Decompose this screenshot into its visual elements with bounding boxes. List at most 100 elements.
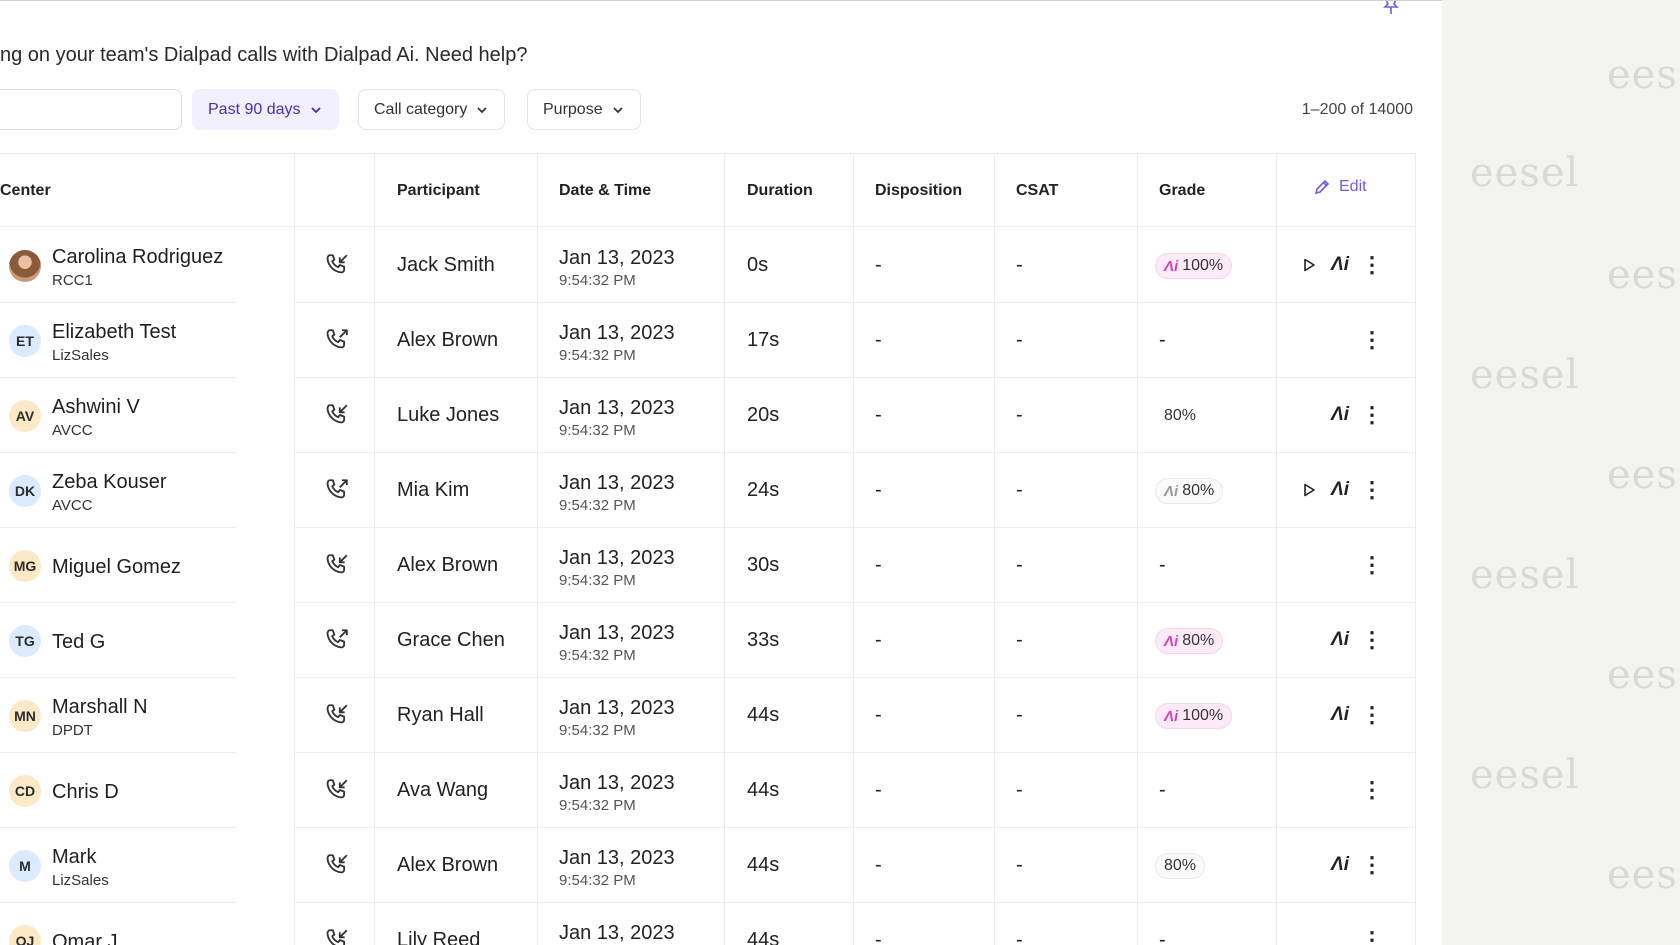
- play-button[interactable]: [1297, 478, 1321, 502]
- filter-call-category[interactable]: Call category: [358, 89, 506, 130]
- watermark-text: eesel: [1607, 652, 1680, 698]
- ai-recap-button[interactable]: Λi: [1328, 628, 1352, 652]
- ai-recap-button[interactable]: Λi: [1328, 403, 1352, 427]
- disposition-value: -: [875, 254, 882, 276]
- call-date: Jan 13, 2023: [559, 697, 675, 719]
- csat-value: -: [1016, 554, 1023, 576]
- more-options-button[interactable]: ⋮: [1360, 478, 1384, 502]
- filter-purpose[interactable]: Purpose: [527, 89, 641, 130]
- ai-recap-button[interactable]: Λi: [1328, 703, 1352, 727]
- ai-recap-button[interactable]: Λi: [1328, 253, 1352, 277]
- call-date: Jan 13, 2023: [559, 472, 675, 494]
- grade-value: -: [1159, 554, 1166, 576]
- agent-center: LizSales: [52, 872, 109, 889]
- agent-name[interactable]: Zeba Kouser: [52, 471, 167, 494]
- agent-name[interactable]: Omar J: [52, 931, 118, 945]
- header-participant[interactable]: Participant: [397, 154, 480, 227]
- search-input[interactable]: [0, 89, 182, 130]
- more-options-button[interactable]: ⋮: [1360, 253, 1384, 277]
- agent-name[interactable]: Carolina Rodriguez: [52, 246, 223, 269]
- call-duration: 30s: [747, 554, 780, 576]
- filter-date-range[interactable]: Past 90 days: [192, 89, 339, 130]
- agent-name[interactable]: Elizabeth Test: [52, 321, 176, 344]
- watermark-text: eesel: [1607, 852, 1680, 898]
- ai-recap-button[interactable]: Λi: [1328, 478, 1352, 502]
- grade-badge[interactable]: 80%: [1155, 853, 1206, 879]
- more-options-button[interactable]: ⋮: [1360, 928, 1384, 945]
- grade-badge[interactable]: Λi 80%: [1155, 628, 1224, 654]
- table-row[interactable]: MN Marshall N DPDT Ryan Hall Jan 13, 2023 9:5…: [0, 678, 1416, 753]
- table-row[interactable]: AV Ashwini V AVCC Luke Jones Jan 13, 2023 9:5…: [0, 378, 1416, 453]
- grade-badge[interactable]: Λi 100%: [1155, 703, 1233, 729]
- ai-grade-icon: Λi: [1164, 257, 1179, 275]
- header-disposition[interactable]: Disposition: [875, 154, 962, 227]
- agent-name[interactable]: Chris D: [52, 781, 119, 804]
- agent-name[interactable]: Ted G: [52, 631, 105, 654]
- table-row[interactable]: OJ Omar J Lily Reed Jan 13, 2023 44s - - - ⋮: [0, 903, 1416, 945]
- agent-name[interactable]: Ashwini V: [52, 396, 140, 419]
- participant-name[interactable]: Grace Chen: [397, 603, 505, 678]
- table-row[interactable]: CD Chris D Ava Wang Jan 13, 2023 9:54:32 PM 4…: [0, 753, 1416, 828]
- call-time: 9:54:32 PM: [559, 347, 636, 364]
- participant-name[interactable]: Alex Brown: [397, 828, 498, 903]
- grade-value: 80%: [1164, 407, 1197, 424]
- participant-name[interactable]: Luke Jones: [397, 378, 499, 453]
- play-button[interactable]: [1297, 253, 1321, 277]
- participant-name[interactable]: Ryan Hall: [397, 678, 484, 753]
- edit-columns-button[interactable]: Edit: [1313, 178, 1367, 196]
- participant-name[interactable]: Jack Smith: [397, 228, 495, 303]
- header-grade[interactable]: Grade: [1159, 154, 1205, 227]
- more-options-button[interactable]: ⋮: [1360, 703, 1384, 727]
- call-duration: 44s: [747, 704, 780, 726]
- avatar: DK: [9, 475, 41, 507]
- more-options-button[interactable]: ⋮: [1360, 853, 1384, 877]
- more-options-button[interactable]: ⋮: [1360, 553, 1384, 577]
- watermark-text: eesel: [1607, 52, 1680, 98]
- grade-value: 80%: [1164, 857, 1197, 874]
- table-row[interactable]: MG Miguel Gomez Alex Brown Jan 13, 2023 9:54…: [0, 528, 1416, 603]
- call-duration: 0s: [747, 254, 769, 276]
- table-row[interactable]: Carolina Rodriguez RCC1 Jack Smith Jan 13, …: [0, 228, 1416, 303]
- call-date: Jan 13, 2023: [559, 772, 675, 794]
- participant-name[interactable]: Alex Brown: [397, 303, 498, 378]
- edit-label: Edit: [1339, 178, 1367, 195]
- ai-recap-button[interactable]: Λi: [1328, 853, 1352, 877]
- watermark-text: eesel: [1607, 452, 1680, 498]
- pencil-icon: [1314, 179, 1330, 195]
- agent-name[interactable]: Marshall N: [52, 696, 148, 719]
- participant-name[interactable]: Alex Brown: [397, 528, 498, 603]
- avatar: OJ: [9, 925, 41, 945]
- avatar: CD: [9, 775, 41, 807]
- pin-icon[interactable]: [1380, 0, 1402, 15]
- header-duration[interactable]: Duration: [747, 154, 813, 227]
- table-row[interactable]: DK Zeba Kouser AVCC Mia Kim Jan 13, 2023 9:54…: [0, 453, 1416, 528]
- filter-label: Past 90 days: [208, 100, 301, 118]
- header-center[interactable]: Center: [0, 154, 51, 227]
- table-row[interactable]: TG Ted G Grace Chen Jan 13, 2023 9:54:32 PM 3…: [0, 603, 1416, 678]
- agent-name[interactable]: Mark: [52, 846, 96, 869]
- watermark-text: eesel: [1470, 552, 1580, 598]
- grade-badge[interactable]: 80%: [1155, 403, 1205, 429]
- more-options-button[interactable]: ⋮: [1360, 778, 1384, 802]
- participant-name[interactable]: Mia Kim: [397, 453, 469, 528]
- header-date-time[interactable]: Date & Time: [559, 154, 651, 227]
- incoming-call-icon: [326, 704, 348, 724]
- agent-name[interactable]: Miguel Gomez: [52, 556, 181, 579]
- avatar: MN: [9, 700, 41, 732]
- more-options-button[interactable]: ⋮: [1360, 328, 1384, 352]
- table-row[interactable]: ET Elizabeth Test LizSales Alex Brown Jan 13…: [0, 303, 1416, 378]
- grade-value: -: [1159, 329, 1166, 351]
- participant-name[interactable]: Lily Reed: [397, 903, 480, 945]
- disposition-value: -: [875, 629, 882, 651]
- header-csat[interactable]: CSAT: [1016, 154, 1058, 227]
- call-date: Jan 13, 2023: [559, 322, 675, 344]
- participant-name[interactable]: Ava Wang: [397, 753, 488, 828]
- more-options-button[interactable]: ⋮: [1360, 628, 1384, 652]
- disposition-value: -: [875, 854, 882, 876]
- agent-center: AVCC: [52, 497, 93, 514]
- grade-badge[interactable]: Λi 80%: [1155, 478, 1224, 504]
- more-options-button[interactable]: ⋮: [1360, 403, 1384, 427]
- grade-badge[interactable]: Λi 100%: [1155, 253, 1233, 279]
- table-row[interactable]: M Mark LizSales Alex Brown Jan 13, 2023 9:54:…: [0, 828, 1416, 903]
- incoming-call-icon: [326, 254, 348, 274]
